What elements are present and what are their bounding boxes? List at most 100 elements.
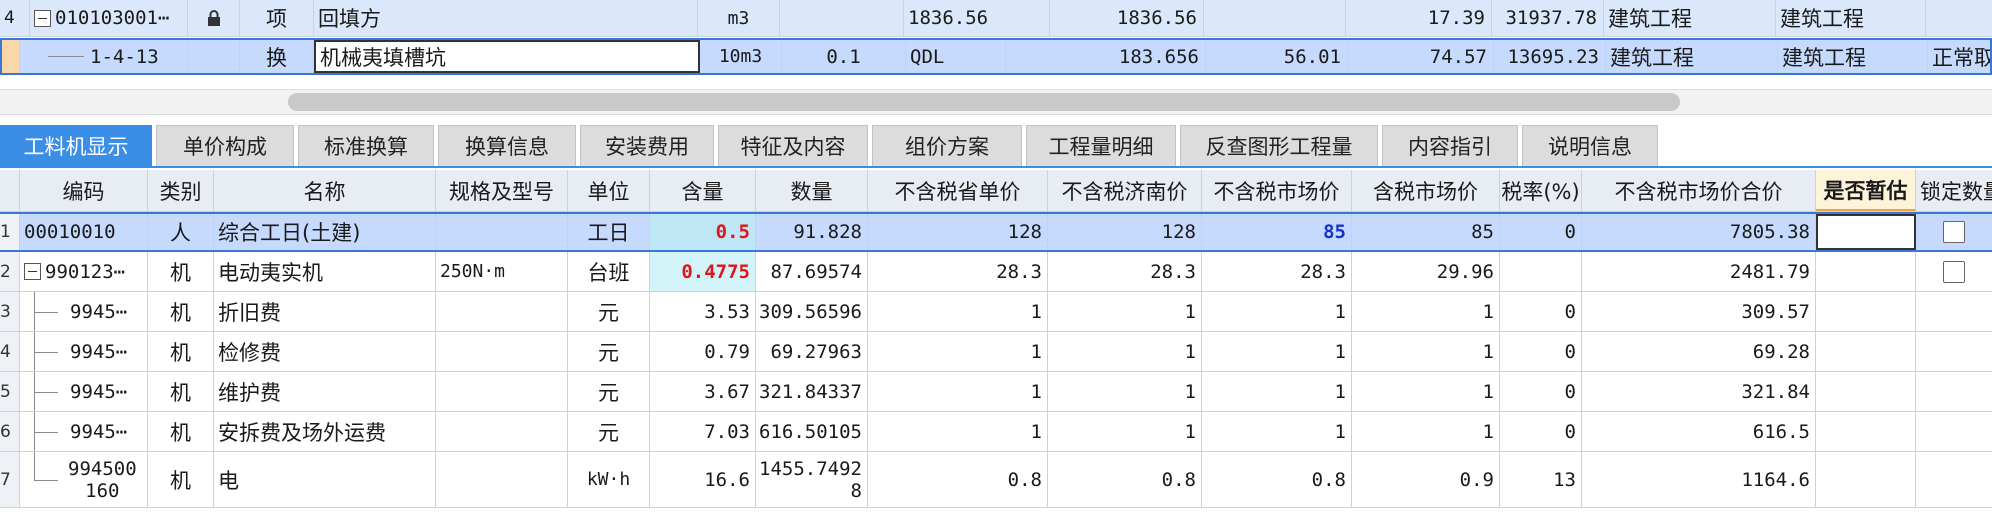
type-cell: 机 [148,332,214,371]
spec-cell [436,332,568,371]
jinan-price-cell: 28.3 [1048,252,1202,291]
type-cell: 机 [148,292,214,331]
table-row[interactable]: 5 9945⋯ 机 维护费 元 3.67 321.84337 1 1 1 1 0… [0,372,1992,412]
name-cell: 电动夷实机 [214,252,436,291]
code-cell: 9945⋯ [20,412,148,451]
header-taxed-market-price[interactable]: 含税市场价 [1352,170,1500,211]
unit-cell: 台班 [568,252,650,291]
province-price-cell: 28.3 [868,252,1048,291]
row-number: 7 [0,452,20,507]
provisional-cell [1816,252,1916,291]
spec-cell [436,214,568,250]
table-row[interactable]: 4 010103001⋯ 项 回填方 m3 1836.56 1836.56 17… [0,0,1992,37]
expr-cell: QDL [906,40,1006,73]
total-cell: 2481.79 [1582,252,1816,291]
code-cell: 1-4-13 [20,40,188,73]
header-lock-qty[interactable]: 锁定数量 [1916,170,1992,211]
table-row[interactable]: 2 990123⋯ 机 电动夷实机 250N·m 台班 0.4775 87.69… [0,252,1992,292]
tax-rate-cell: 0 [1500,292,1582,331]
price2-cell: 74.57 [1348,40,1494,73]
scrollbar-thumb[interactable] [288,93,1680,111]
header-unit[interactable]: 单位 [568,170,650,211]
row-number: 5 [0,372,20,411]
total-cell: 7805.38 [1582,214,1816,250]
name-cell: 维护费 [214,372,436,411]
category-cell: 建筑工程 [1606,40,1778,73]
header-quantity[interactable]: 数量 [756,170,868,211]
resource-grid: 编码 类别 名称 规格及型号 单位 含量 数量 不含税省单价 不含税济南价 不含… [0,170,1992,518]
spec-cell [436,452,568,507]
table-row[interactable]: 7 994500 160 机 电 kW·h 16.6 1455.7492 8 0… [0,452,1992,508]
code-cell: 9945⋯ [20,332,148,371]
jinan-price-cell: 0.8 [1048,452,1202,507]
spec-cell [436,292,568,331]
tab-pricing-plan[interactable]: 组价方案 [872,125,1022,166]
header-type[interactable]: 类别 [148,170,214,211]
tab-labor-material-machine[interactable]: 工料机显示 [0,125,152,166]
collapse-icon[interactable] [24,263,41,280]
header-province-price[interactable]: 不含税省单价 [868,170,1048,211]
content-cell[interactable]: 3.53 [650,292,756,331]
row-number: 1 [0,214,20,250]
content-cell[interactable]: 3.67 [650,372,756,411]
lock-cell [1916,372,1992,411]
lock-quantity-checkbox[interactable] [1943,221,1965,243]
content-cell[interactable]: 7.03 [650,412,756,451]
tab-install-cost[interactable]: 安装费用 [580,125,714,166]
content-cell[interactable]: 0.4775 [650,252,756,291]
horizontal-scrollbar[interactable] [0,89,1992,115]
code-cell: 9945⋯ [20,292,148,331]
quantity-cell: 91.828 [756,214,868,250]
table-row-selected[interactable]: 1-4-13 换 机械夷填槽坑 10m3 0.1 QDL 183.656 56.… [0,38,1992,75]
tab-standard-conversion[interactable]: 标准换算 [298,125,434,166]
content-cell[interactable]: 0.5 [650,214,756,250]
tab-features[interactable]: 特征及内容 [718,125,868,166]
header-market-price[interactable]: 不含税市场价 [1202,170,1352,211]
province-price-cell: 1 [868,412,1048,451]
header-content[interactable]: 含量 [650,170,756,211]
price1-cell [1204,0,1346,36]
lock-icon[interactable] [188,0,240,36]
content-cell[interactable]: 0.79 [650,332,756,371]
table-row[interactable]: 6 9945⋯ 机 安拆费及场外运费 元 7.03 616.50105 1 1 … [0,412,1992,452]
tax-rate-cell: 13 [1500,452,1582,507]
header-tax-rate[interactable]: 税率(%) [1500,170,1582,211]
unit-cell: 元 [568,332,650,371]
lock-cell [1916,292,1992,331]
tab-description[interactable]: 说明信息 [1522,125,1658,166]
tax-rate-cell: 0 [1500,332,1582,371]
lock-cell [1916,452,1992,507]
table-row[interactable]: 3 9945⋯ 机 折旧费 元 3.53 309.56596 1 1 1 1 0… [0,292,1992,332]
name-input[interactable]: 机械夷填槽坑 [314,40,700,73]
tax-rate-cell [1500,252,1582,291]
spec-cell [436,372,568,411]
tab-quantity-detail[interactable]: 工程量明细 [1026,125,1176,166]
market-price-cell[interactable]: 85 [1202,214,1352,250]
collapse-icon[interactable] [34,9,51,27]
table-row[interactable]: 4 9945⋯ 机 检修费 元 0.79 69.27963 1 1 1 1 0 … [0,332,1992,372]
provisional-input[interactable] [1816,214,1916,250]
content-cell[interactable]: 16.6 [650,452,756,507]
provisional-cell [1816,412,1916,451]
tab-conversion-info[interactable]: 换算信息 [438,125,576,166]
header-code[interactable]: 编码 [20,170,148,211]
tab-content-guide[interactable]: 内容指引 [1382,125,1518,166]
type-cell: 项 [240,0,314,36]
lock-quantity-checkbox[interactable] [1943,260,1965,283]
header-total[interactable]: 不含税市场价合价 [1582,170,1816,211]
type-cell: 人 [148,214,214,250]
header-jinan-price[interactable]: 不含税济南价 [1048,170,1202,211]
type-cell: 机 [148,412,214,451]
header-spec[interactable]: 规格及型号 [436,170,568,211]
extra-cell [1926,0,1992,36]
header-provisional[interactable]: 是否暂估 [1816,170,1916,211]
code-cell: 010103001⋯ [30,0,188,36]
quantity-cell: 309.56596 [756,292,868,331]
name-cell: 安拆费及场外运费 [214,412,436,451]
tab-unit-price[interactable]: 单价构成 [156,125,294,166]
lock-cell [1916,412,1992,451]
header-name[interactable]: 名称 [214,170,436,211]
table-row-selected[interactable]: 1 00010010 人 综合工日(土建) 工日 0.5 91.828 128 … [0,212,1992,252]
category2-cell: 建筑工程 [1776,0,1926,36]
tab-reverse-graphic-quantity[interactable]: 反查图形工程量 [1180,125,1378,166]
